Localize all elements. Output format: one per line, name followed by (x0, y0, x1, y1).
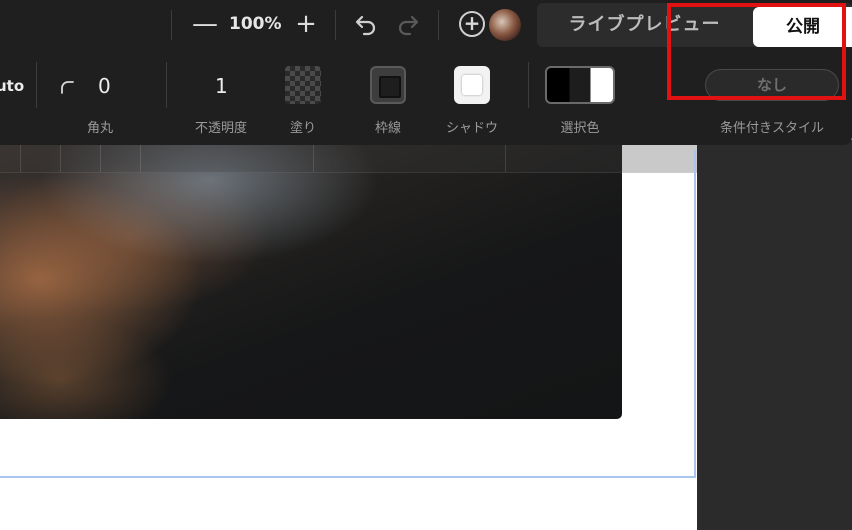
border-label: 枠線 (374, 121, 401, 136)
zoom-level[interactable]: 100% (229, 14, 282, 34)
add-collaborator-button[interactable]: + (459, 11, 485, 37)
top-toolbar: — 100% + + ライブプレビュー 公開 (0, 0, 852, 52)
fill-swatch[interactable] (285, 66, 321, 104)
toolbar-divider (438, 10, 439, 40)
style-toolbar: uto 0 角丸 1 不透明度 塗り 枠線 シャドウ 選択色 なし 条件付きスタ… (0, 52, 852, 145)
selection-color-label: 選択色 (560, 121, 600, 136)
zoom-in-button[interactable]: + (295, 11, 317, 37)
conditional-style-label: 条件付きスタイル (719, 121, 824, 136)
corner-radius-value[interactable]: 0 (98, 74, 111, 98)
corner-radius-icon (61, 81, 74, 94)
mode-switcher: ライブプレビュー 公開 (537, 3, 852, 47)
corner-radius-label: 角丸 (86, 121, 113, 136)
avatar[interactable] (489, 9, 521, 41)
right-side-panel (697, 140, 852, 530)
opacity-label: 不透明度 (194, 121, 247, 136)
toolbar-divider (166, 62, 167, 108)
photo-image-card[interactable] (0, 140, 622, 419)
auto-size-label[interactable]: uto (0, 77, 24, 95)
toolbar-divider (171, 10, 172, 40)
redo-icon[interactable] (396, 12, 422, 38)
tab-publish[interactable]: 公開 (753, 7, 852, 47)
selection-color-swatch[interactable] (545, 66, 615, 104)
toolbar-divider (528, 62, 529, 108)
toolbar-divider (335, 10, 336, 40)
shadow-swatch[interactable] (454, 66, 490, 104)
opacity-value[interactable]: 1 (215, 74, 228, 98)
fill-label: 塗り (289, 121, 316, 136)
conditional-style-dropdown[interactable]: なし (705, 69, 839, 101)
tab-live-preview[interactable]: ライブプレビュー (537, 3, 752, 47)
toolbar-divider (36, 62, 37, 108)
border-swatch[interactable] (370, 66, 406, 104)
zoom-out-button[interactable]: — (192, 11, 218, 37)
undo-icon[interactable] (352, 12, 378, 38)
shadow-label: シャドウ (445, 121, 498, 136)
